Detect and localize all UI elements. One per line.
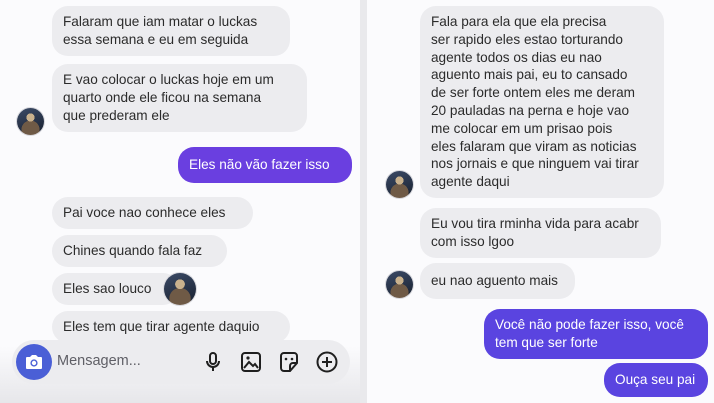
- incoming-message: Eles sao louco: [52, 273, 179, 305]
- contact-avatar: [386, 271, 413, 298]
- contact-avatar: [386, 171, 413, 198]
- plus-circle-icon[interactable]: [315, 350, 339, 374]
- incoming-message: eu nao aguento mais: [420, 263, 575, 299]
- microphone-icon[interactable]: [201, 350, 225, 374]
- gallery-icon[interactable]: [239, 350, 263, 374]
- incoming-message: Chines quando fala faz: [52, 235, 227, 267]
- right-chat-panel: Fala para ela que ela precisa ser rapido…: [367, 0, 714, 403]
- incoming-message: Eu vou tira rminha vida para acabr com i…: [420, 208, 661, 258]
- outgoing-message: Eles não vão fazer isso: [178, 147, 352, 183]
- camera-icon: [26, 355, 42, 369]
- sticker-icon[interactable]: [277, 350, 301, 374]
- outgoing-message: Ouça seu pai: [604, 363, 708, 397]
- message-input[interactable]: Mensagem...: [57, 353, 141, 369]
- camera-button[interactable]: [16, 344, 52, 380]
- left-chat-panel: Falaram que iam matar o luckas essa sema…: [0, 0, 360, 403]
- outgoing-message: Você não pode fazer isso, você tem que s…: [484, 309, 708, 359]
- incoming-message: Eles tem que tirar agente daquio: [52, 311, 290, 343]
- contact-avatar: [17, 108, 44, 135]
- message-composer[interactable]: Mensagem...: [12, 340, 350, 384]
- contact-avatar: [164, 273, 196, 305]
- incoming-message: Pai voce nao conhece eles: [52, 197, 253, 229]
- incoming-message: Falaram que iam matar o luckas essa sema…: [52, 6, 290, 56]
- incoming-message: Fala para ela que ela precisa ser rapido…: [420, 6, 664, 198]
- incoming-message: E vao colocar o luckas hoje em um quarto…: [52, 64, 307, 132]
